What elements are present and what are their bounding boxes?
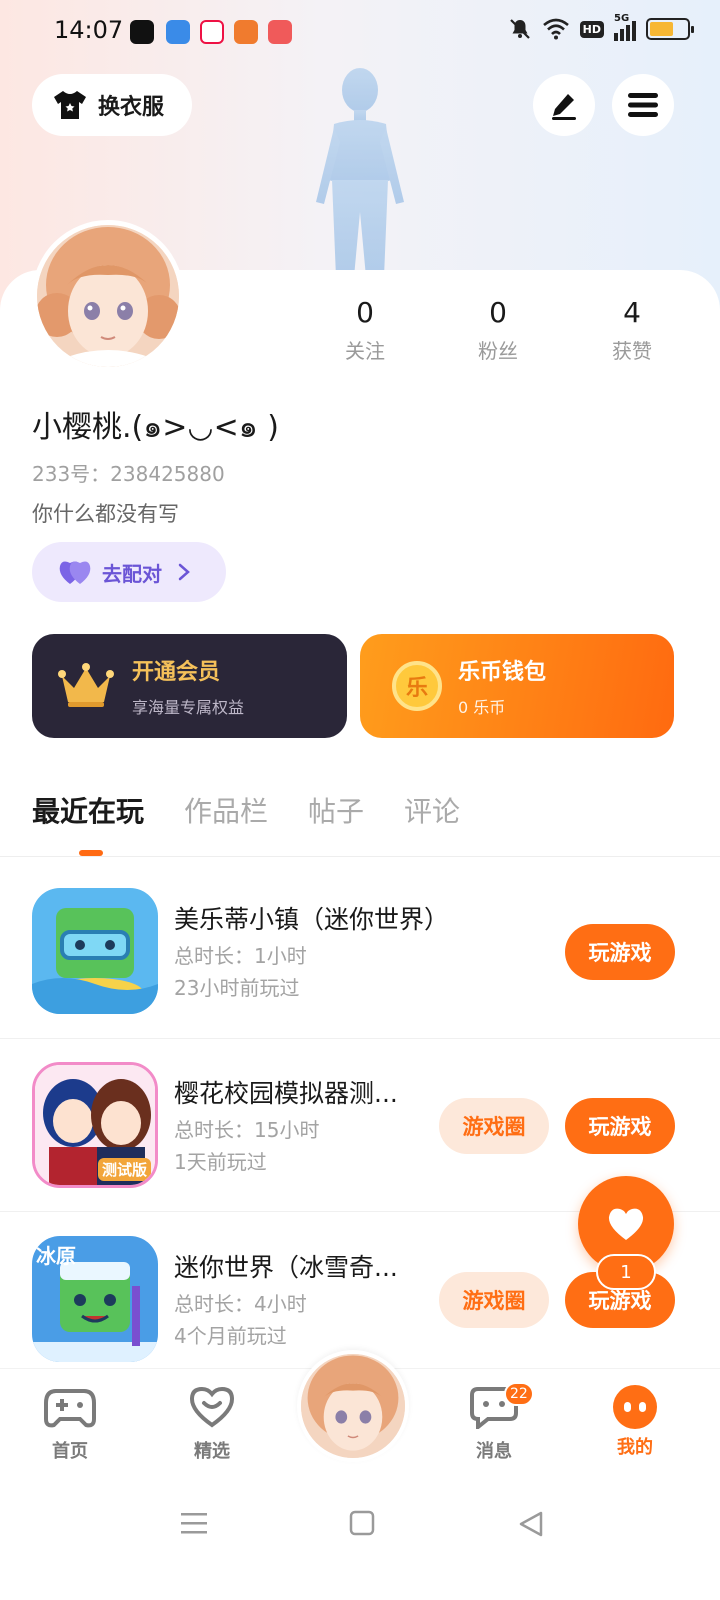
tshirt-icon	[54, 91, 86, 119]
crown-icon	[58, 663, 114, 707]
chevron-right-icon	[178, 563, 190, 581]
system-navigation-bar	[0, 1480, 720, 1600]
status-bar: 14:07 HD 5G	[0, 0, 720, 64]
row-divider	[0, 1038, 720, 1039]
anime-girl-avatar-image	[301, 1354, 405, 1458]
vip-title: 开通会员	[132, 660, 221, 685]
game-icon-caption: 测试版	[97, 1158, 151, 1181]
game-last-played: 1天前玩过	[174, 1150, 267, 1174]
game-duration: 总时长：1小时	[174, 944, 307, 968]
nav-featured-label: 精选	[194, 1441, 230, 1462]
status-time: 14:07	[54, 16, 124, 44]
stat-likes-value: 4	[623, 296, 641, 329]
stat-fans-label: 粉丝	[478, 339, 518, 363]
game-circle-button[interactable]: 游戏圈	[439, 1272, 549, 1328]
anime-girl-avatar-image	[37, 225, 179, 367]
tab-posts[interactable]: 帖子	[308, 790, 364, 830]
content-tabs: 最近在玩 作品栏 帖子 评论	[32, 790, 460, 830]
stat-following-label: 关注	[345, 339, 385, 363]
wallet-balance: 0 乐币	[458, 698, 506, 717]
tabs-divider	[0, 856, 720, 857]
stat-following[interactable]: 0 关注	[320, 296, 410, 364]
change-outfit-button[interactable]: 换衣服	[32, 74, 192, 136]
play-game-button[interactable]: 玩游戏	[565, 924, 675, 980]
like-count-badge: 1	[596, 1254, 656, 1290]
me-face-icon	[613, 1385, 657, 1429]
game-last-played: 23小时前玩过	[174, 976, 300, 1000]
cell-signal-icon: 5G	[614, 13, 636, 41]
match-button[interactable]: 去配对	[32, 542, 226, 602]
user-id[interactable]: 233号：238425880	[32, 458, 225, 487]
heart-icon	[608, 1208, 644, 1240]
vip-subtitle: 享海量专属权益	[132, 698, 245, 717]
game-name: 樱花校园模拟器测...	[174, 1079, 398, 1108]
game-last-played: 4个月前玩过	[174, 1324, 287, 1348]
user-bio[interactable]: 你什么都没有写	[32, 498, 179, 528]
nav-home-label: 首页	[52, 1441, 88, 1462]
game-icon-melody-town	[32, 888, 158, 1014]
play-game-button[interactable]: 玩游戏	[565, 1098, 675, 1154]
coin-wallet-card[interactable]: 乐 乐币钱包 0 乐币	[360, 634, 674, 738]
double-heart-icon	[59, 561, 91, 584]
messages-unread-badge: 22	[504, 1382, 534, 1406]
tab-comments[interactable]: 评论	[404, 790, 460, 830]
tab-recently-played[interactable]: 最近在玩	[32, 790, 144, 830]
status-indicators: HD 5G	[508, 13, 694, 41]
game-circle-button[interactable]: 游戏圈	[439, 1098, 549, 1154]
browser-app-icon	[200, 20, 224, 44]
nav-home[interactable]: 首页	[20, 1385, 120, 1463]
nav-messages-label: 消息	[476, 1441, 512, 1462]
tab-works[interactable]: 作品栏	[184, 790, 268, 830]
stat-likes-label: 获赞	[612, 339, 652, 363]
nav-me-label: 我的	[617, 1437, 653, 1458]
game-name: 迷你世界（冰雪奇...	[174, 1253, 398, 1282]
music-app-icon	[268, 20, 292, 44]
hd-badge-icon: HD	[579, 20, 604, 38]
stat-fans[interactable]: 0 粉丝	[453, 296, 543, 364]
network-type: 5G	[614, 13, 630, 24]
book-app-icon	[234, 20, 258, 44]
game-icon-caption: 冰原	[36, 1244, 76, 1268]
heart-chat-icon	[189, 1386, 235, 1428]
game-row[interactable]: 美乐蒂小镇（迷你世界） 总时长：1小时 23小时前玩过 玩游戏	[0, 888, 720, 1060]
recent-apps-icon[interactable]	[180, 1510, 208, 1536]
username: 小樱桃.(๑>◡<๑ )	[32, 410, 280, 445]
stat-likes[interactable]: 4 获赞	[587, 296, 677, 364]
vip-membership-card[interactable]: 开通会员 享海量专属权益	[32, 634, 347, 738]
stat-fans-value: 0	[489, 296, 507, 329]
radio-app-icon	[166, 20, 190, 44]
profile-avatar[interactable]	[32, 220, 184, 372]
back-triangle-icon[interactable]	[517, 1510, 545, 1538]
menu-icon	[628, 93, 658, 117]
home-square-icon[interactable]	[349, 1510, 375, 1536]
wifi-icon	[542, 18, 569, 40]
game-duration: 总时长：4小时	[174, 1292, 307, 1316]
pen-icon	[552, 94, 576, 120]
match-label: 去配对	[102, 561, 162, 586]
nav-center-avatar[interactable]	[297, 1350, 409, 1462]
coin-icon: 乐	[392, 661, 442, 711]
game-icon-mini-world-snow: 冰原	[32, 1236, 158, 1362]
game-icon-sakura-school: 测试版	[32, 1062, 158, 1188]
gamepad-icon	[44, 1389, 96, 1428]
nav-me[interactable]: 我的	[585, 1385, 685, 1459]
wallet-title: 乐币钱包	[458, 660, 547, 685]
capcut-app-icon	[130, 20, 154, 44]
game-name: 美乐蒂小镇（迷你世界）	[174, 905, 450, 934]
change-outfit-label: 换衣服	[98, 95, 165, 120]
mute-bell-icon	[509, 19, 530, 39]
stat-following-value: 0	[356, 296, 374, 329]
nav-featured[interactable]: 精选	[162, 1385, 262, 1463]
3d-avatar-figure	[316, 68, 404, 277]
battery-icon	[646, 18, 694, 40]
game-duration: 总时长：15小时	[174, 1118, 320, 1142]
battery-level-fill	[650, 22, 674, 36]
menu-button[interactable]	[612, 74, 674, 136]
edit-profile-button[interactable]	[533, 74, 595, 136]
